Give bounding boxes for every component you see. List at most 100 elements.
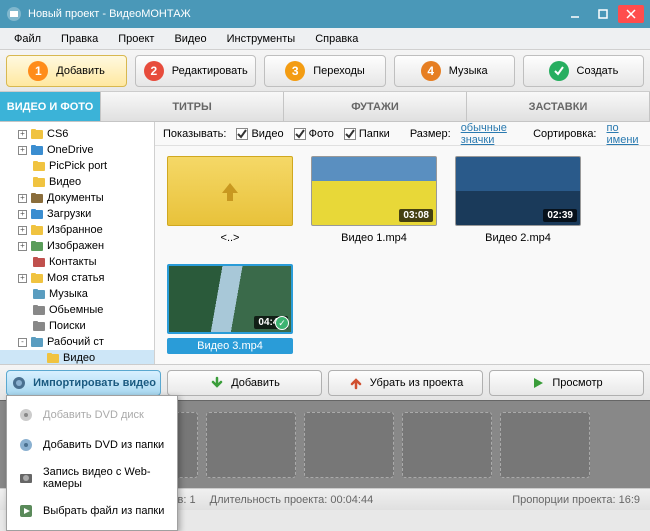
expand-icon[interactable]: - xyxy=(18,338,27,347)
folder-up[interactable]: <..> xyxy=(167,156,293,246)
steps-bar: 1Добавить2Редактировать3Переходы 4МузыкаС… xyxy=(0,50,650,92)
import-video-button[interactable]: Импортировать видео xyxy=(6,370,161,396)
tree-label: Музыка xyxy=(49,288,88,300)
expand-icon[interactable]: + xyxy=(18,194,27,203)
duration-badge: 03:08 xyxy=(399,209,433,222)
menu-справка[interactable]: Справка xyxy=(305,30,368,48)
tab-0[interactable]: ВИДЕО И ФОТО xyxy=(0,92,101,121)
maximize-button[interactable] xyxy=(590,5,616,23)
tree-item[interactable]: - Рабочий ст xyxy=(0,334,154,350)
popup-icon xyxy=(17,469,35,487)
show-label: Показывать: xyxy=(163,128,226,140)
filter-folders-checkbox[interactable]: Папки xyxy=(344,128,390,140)
add-button[interactable]: Добавить xyxy=(167,370,322,396)
expand-icon[interactable]: + xyxy=(18,274,27,283)
tree-label: Обьемные xyxy=(49,304,103,316)
docs-icon xyxy=(30,191,44,205)
tree-label: Изображен xyxy=(47,240,104,252)
up-arrow-icon xyxy=(348,375,364,391)
popup-icon xyxy=(17,502,35,520)
tree-item[interactable]: + Избранное xyxy=(0,222,154,238)
tree-label: Рабочий ст xyxy=(47,336,104,348)
file-browser: Показывать: Видео Фото Папки Размер: обы… xyxy=(155,122,650,364)
step-3[interactable]: 3Переходы xyxy=(264,55,385,87)
aspect-label: Пропорции проекта: 16:9 xyxy=(512,494,640,506)
timeline-empty-slot[interactable] xyxy=(206,412,296,478)
popup-item-1[interactable]: Добавить DVD из папки xyxy=(7,430,177,460)
tree-item[interactable]: Видео xyxy=(0,350,154,364)
tree-item[interactable]: Музыка xyxy=(0,286,154,302)
folder-icon xyxy=(30,127,44,141)
duration-badge: 02:39 xyxy=(543,209,577,222)
minimize-button[interactable] xyxy=(562,5,588,23)
expand-icon[interactable]: + xyxy=(18,226,27,235)
tree-item[interactable]: Обьемные xyxy=(0,302,154,318)
tree-item[interactable]: + Моя статья xyxy=(0,270,154,286)
desktop-icon xyxy=(30,335,44,349)
content-area: +CS6+OneDrivePicPick portВидео+Документы… xyxy=(0,122,650,364)
timeline-empty-slot[interactable] xyxy=(402,412,492,478)
star-icon xyxy=(30,223,44,237)
play-icon xyxy=(530,375,546,391)
remove-button[interactable]: Убрать из проекта xyxy=(328,370,483,396)
timeline-empty-slot[interactable] xyxy=(304,412,394,478)
tab-1[interactable]: ТИТРЫ xyxy=(101,92,284,121)
sort-link[interactable]: по имени xyxy=(607,122,643,146)
popup-label: Выбрать файл из папки xyxy=(43,505,164,517)
tree-item[interactable]: +CS6 xyxy=(0,126,154,142)
tree-label: Избранное xyxy=(47,224,103,236)
tree-item[interactable]: +Документы xyxy=(0,190,154,206)
popup-item-2[interactable]: Запись видео с Web-камеры xyxy=(7,460,177,496)
tree-item[interactable]: Поиски xyxy=(0,318,154,334)
filter-video-checkbox[interactable]: Видео xyxy=(236,128,283,140)
menu-файл[interactable]: Файл xyxy=(4,30,51,48)
expand-icon[interactable]: + xyxy=(18,146,27,155)
preview-button[interactable]: Просмотр xyxy=(489,370,644,396)
video-thumb[interactable]: 02:39Видео 2.mp4 xyxy=(455,156,581,246)
tree-label: Моя статья xyxy=(47,272,104,284)
timeline-empty-slot[interactable] xyxy=(500,412,590,478)
expand-icon[interactable]: + xyxy=(18,210,27,219)
thumbnail-grid[interactable]: <..> 03:08Видео 1.mp402:39Видео 2.mp4 04:4… xyxy=(155,146,650,364)
menubar: ФайлПравкаПроектВидеоИнструментыСправка xyxy=(0,28,650,50)
duration-label: Длительность проекта: 00:04:44 xyxy=(210,494,374,506)
menu-проект[interactable]: Проект xyxy=(108,30,164,48)
video-thumb[interactable]: 03:08Видео 1.mp4 xyxy=(311,156,437,246)
video-thumb[interactable]: 04:44✓Видео 3.mp4 xyxy=(167,264,293,354)
menu-правка[interactable]: Правка xyxy=(51,30,108,48)
menu-видео[interactable]: Видео xyxy=(164,30,216,48)
folder-icon xyxy=(30,271,44,285)
expand-icon[interactable]: + xyxy=(18,130,27,139)
tree-item[interactable]: +Загрузки xyxy=(0,206,154,222)
size-link[interactable]: обычные значки xyxy=(461,122,523,146)
step-1[interactable]: 1Добавить xyxy=(6,55,127,87)
app-icon xyxy=(6,6,22,22)
thumb-caption: <..> xyxy=(167,230,293,246)
size-label: Размер: xyxy=(410,128,451,140)
cloud-icon xyxy=(30,143,44,157)
popup-icon xyxy=(17,436,35,454)
tab-3[interactable]: ЗАСТАВКИ xyxy=(467,92,650,121)
menu-инструменты[interactable]: Инструменты xyxy=(217,30,306,48)
folder-tree[interactable]: +CS6+OneDrivePicPick portВидео+Документы… xyxy=(0,122,155,364)
step-2[interactable]: 2Редактировать xyxy=(135,55,256,87)
up-arrow-icon xyxy=(216,177,244,205)
tree-item[interactable]: Контакты xyxy=(0,254,154,270)
popup-item-0: Добавить DVD диск xyxy=(7,400,177,430)
popup-item-3[interactable]: Выбрать файл из папки xyxy=(7,496,177,526)
step-4[interactable]: 4Музыка xyxy=(394,55,515,87)
tree-label: OneDrive xyxy=(47,144,93,156)
tree-item[interactable]: + OneDrive xyxy=(0,142,154,158)
close-button[interactable] xyxy=(618,5,644,23)
folder-icon xyxy=(32,159,46,173)
tree-label: Видео xyxy=(49,176,81,188)
sort-label: Сортировка: xyxy=(533,128,596,140)
tab-2[interactable]: ФУТАЖИ xyxy=(284,92,467,121)
content-tabs: ВИДЕО И ФОТОТИТРЫФУТАЖИЗАСТАВКИ xyxy=(0,92,650,122)
step-5[interactable]: Создать xyxy=(523,55,644,87)
tree-item[interactable]: Видео xyxy=(0,174,154,190)
expand-icon[interactable]: + xyxy=(18,242,27,251)
tree-item[interactable]: + Изображен xyxy=(0,238,154,254)
tree-item[interactable]: PicPick port xyxy=(0,158,154,174)
filter-photo-checkbox[interactable]: Фото xyxy=(294,128,334,140)
